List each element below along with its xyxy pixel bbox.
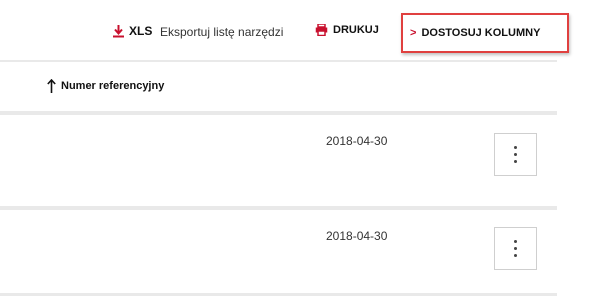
- row-date: 2018-04-30: [326, 229, 388, 243]
- export-xls-button[interactable]: XLS: [113, 24, 152, 38]
- download-icon: [113, 24, 124, 37]
- chevron-right-icon: >: [410, 27, 417, 39]
- sort-column-label: Numer referencyjny: [61, 80, 165, 92]
- row-actions-button[interactable]: [494, 227, 537, 270]
- toolbar: XLS Eksportuj listę narzędzi DRUKUJ > DO…: [0, 0, 593, 60]
- kebab-menu-icon: [514, 240, 517, 243]
- export-xls-label: XLS: [129, 24, 153, 38]
- customize-columns-label: DOSTOSUJ KOLUMNY: [421, 27, 541, 39]
- row-actions-button[interactable]: [494, 133, 537, 176]
- customize-columns-button[interactable]: > DOSTOSUJ KOLUMNY: [401, 13, 569, 53]
- divider: [0, 60, 557, 62]
- print-label: DRUKUJ: [333, 24, 379, 36]
- arrow-up-icon: [47, 79, 56, 93]
- table-row: 2018-04-30: [0, 115, 557, 207]
- sort-column-header[interactable]: Numer referencyjny: [47, 79, 164, 93]
- row-date: 2018-04-30: [326, 134, 388, 148]
- print-button[interactable]: DRUKUJ: [315, 24, 379, 36]
- table-row: 2018-04-30: [0, 210, 557, 296]
- printer-icon: [315, 24, 328, 36]
- kebab-menu-icon: [514, 146, 517, 149]
- export-tool-list-link[interactable]: Eksportuj listę narzędzi: [160, 25, 283, 39]
